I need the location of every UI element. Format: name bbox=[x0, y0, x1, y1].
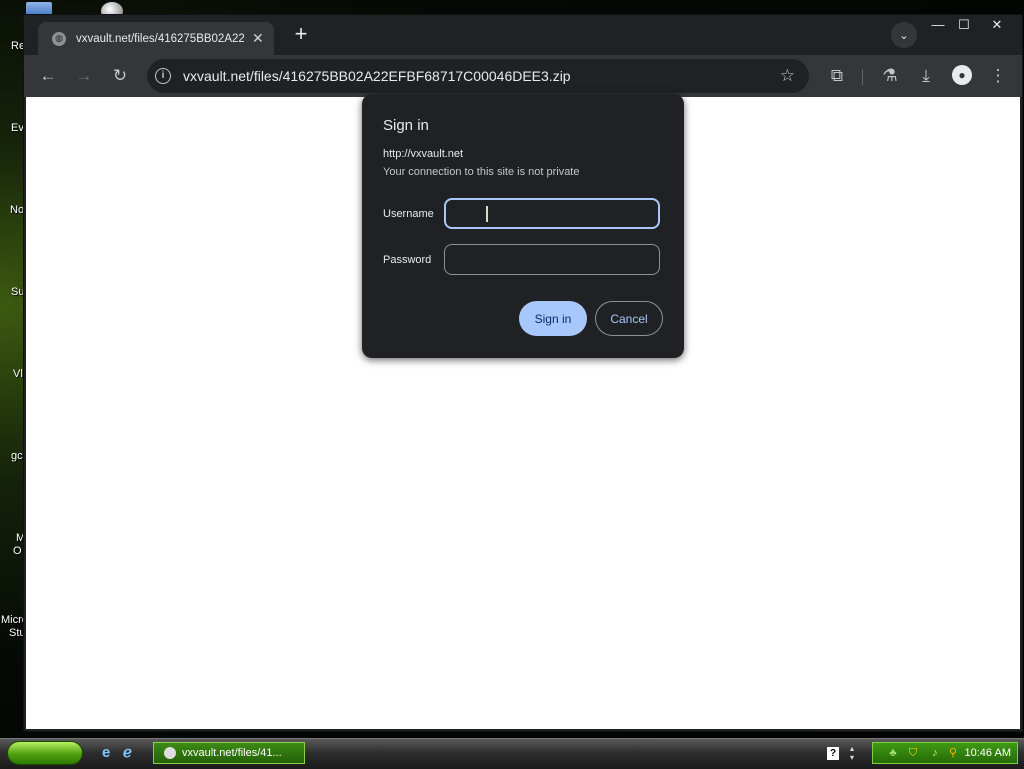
help-icon[interactable]: ? bbox=[827, 747, 839, 760]
desktop-label[interactable]: No bbox=[10, 204, 24, 216]
shield-icon[interactable]: ⛉ bbox=[907, 747, 919, 759]
labs-icon[interactable]: ⚗ bbox=[879, 65, 901, 87]
minimize-icon[interactable]: — bbox=[924, 17, 952, 32]
password-field[interactable] bbox=[444, 244, 660, 275]
signin-dialog: Sign in http://vxvault.net Your connecti… bbox=[362, 94, 684, 358]
info-icon[interactable]: i bbox=[155, 68, 171, 84]
dialog-note: Your connection to this site is not priv… bbox=[383, 166, 580, 178]
desktop-label[interactable]: gc bbox=[11, 450, 23, 462]
search-icon[interactable]: ⚲ bbox=[947, 747, 959, 759]
tab-title: vxvault.net/files/416275BB02A22E bbox=[76, 32, 244, 45]
back-icon[interactable]: ← bbox=[37, 65, 59, 87]
tab-strip: ◍ vxvault.net/files/416275BB02A22E ✕ + ⌄… bbox=[24, 15, 1022, 55]
reload-icon[interactable]: ↻ bbox=[109, 65, 131, 87]
username-label: Username bbox=[383, 208, 434, 220]
ie-icon[interactable]: ℯ bbox=[123, 745, 139, 761]
dialog-title: Sign in bbox=[383, 117, 429, 134]
extensions-icon[interactable]: ⧉ bbox=[826, 65, 848, 87]
desktop-label[interactable]: Vl bbox=[13, 368, 23, 380]
address-bar[interactable]: i vxvault.net/files/416275BB02A22EFBF687… bbox=[147, 59, 809, 93]
maximize-icon[interactable]: ☐ bbox=[950, 17, 978, 33]
url-text: vxvault.net/files/416275BB02A22EFBF68717… bbox=[183, 68, 571, 84]
tab-active[interactable]: ◍ vxvault.net/files/416275BB02A22E ✕ bbox=[38, 22, 274, 55]
system-tray: ♣ ⛉ ♪ ⚲ 10:46 AM bbox=[872, 742, 1018, 764]
ie-icon[interactable]: e bbox=[102, 745, 118, 761]
globe-icon: ◍ bbox=[52, 31, 66, 46]
taskbar-item-browser[interactable]: vxvault.net/files/41... bbox=[153, 742, 305, 764]
password-label: Password bbox=[383, 254, 432, 266]
profile-icon[interactable]: ● bbox=[952, 65, 972, 85]
desktop-label[interactable]: Ev bbox=[11, 122, 24, 134]
toolbar: ← → ↻ i vxvault.net/files/416275BB02A22E… bbox=[24, 55, 1022, 97]
menu-icon[interactable]: ⋮ bbox=[987, 65, 1009, 87]
speaker-icon[interactable]: ♪ bbox=[929, 747, 941, 759]
network-icon[interactable]: ♣ bbox=[887, 747, 899, 759]
desktop-label[interactable]: Su bbox=[11, 286, 24, 298]
cancel-button[interactable]: Cancel bbox=[595, 301, 663, 336]
globe-icon bbox=[164, 747, 176, 759]
clock: 10:46 AM bbox=[964, 747, 1011, 759]
download-icon[interactable]: ⤓ bbox=[915, 65, 937, 87]
taskbar-item-label: vxvault.net/files/41... bbox=[182, 747, 282, 759]
start-button[interactable] bbox=[8, 742, 82, 764]
desktop-label[interactable]: O bbox=[13, 545, 22, 557]
desktop-label[interactable]: Re bbox=[11, 40, 25, 52]
close-icon[interactable]: ✕ bbox=[252, 30, 264, 47]
toolbar-separator bbox=[862, 69, 863, 85]
taskbar: e ℯ vxvault.net/files/41... ? ▴ ▾ ♣ ⛉ ♪ ⚲… bbox=[0, 738, 1024, 769]
username-field[interactable] bbox=[444, 198, 660, 229]
star-icon[interactable]: ☆ bbox=[780, 66, 795, 86]
signin-button[interactable]: Sign in bbox=[519, 301, 587, 336]
forward-icon[interactable]: → bbox=[73, 65, 95, 87]
dialog-host: http://vxvault.net bbox=[383, 148, 464, 160]
chevron-down-icon[interactable]: ⌄ bbox=[891, 22, 917, 48]
chevron-icon[interactable]: ▴ ▾ bbox=[850, 744, 854, 762]
close-icon[interactable]: ✕ bbox=[983, 17, 1011, 33]
text-cursor bbox=[486, 206, 488, 222]
plus-icon[interactable]: + bbox=[289, 23, 313, 47]
